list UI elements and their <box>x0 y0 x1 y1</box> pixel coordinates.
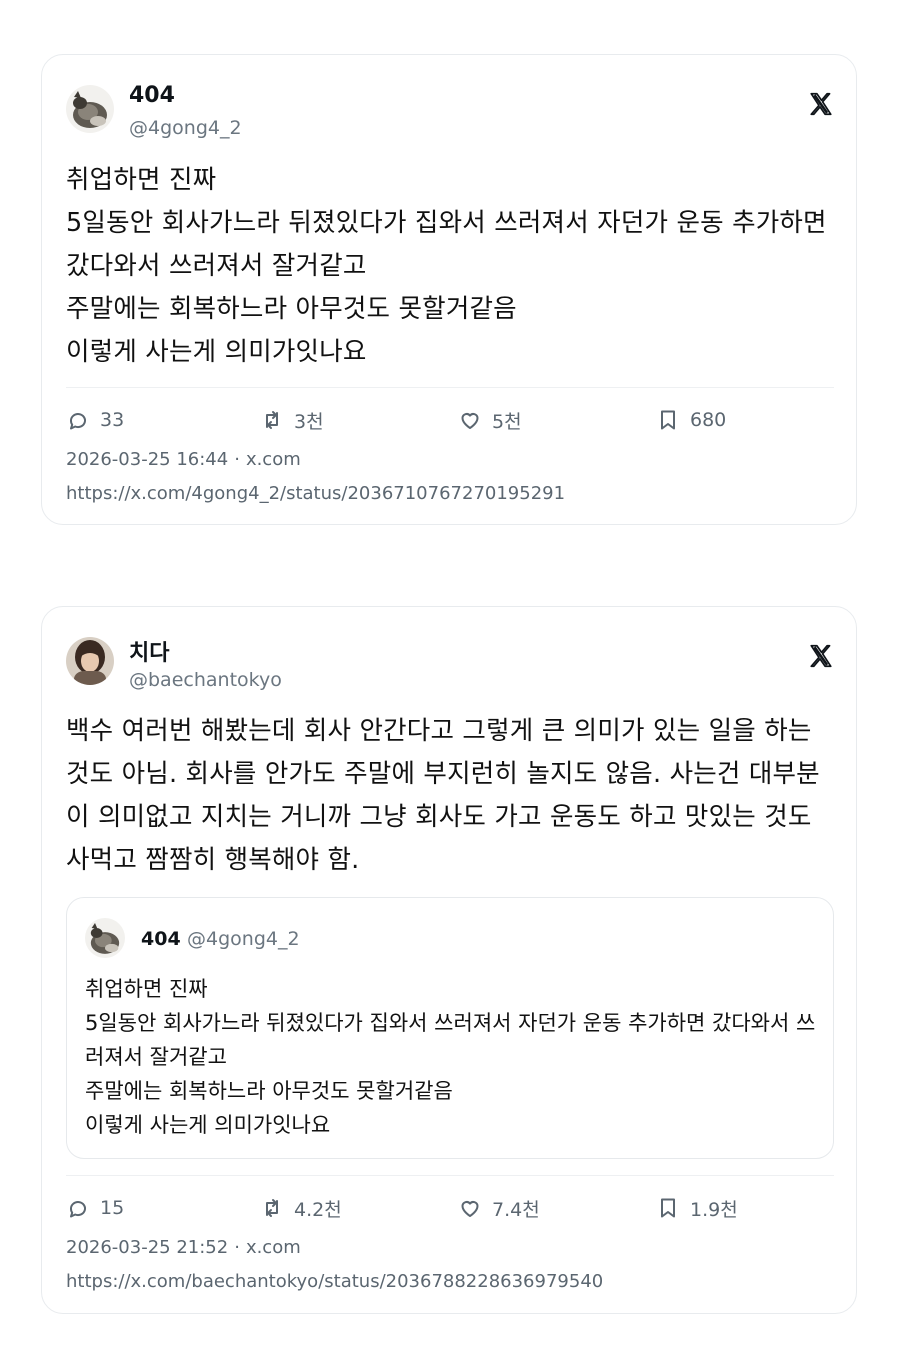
retweet-icon <box>266 411 278 429</box>
quoted-author-handle: @4gong4_2 <box>187 928 300 950</box>
heart-icon <box>461 413 479 429</box>
like-button[interactable]: 7.4천 <box>458 1193 540 1223</box>
cat-avatar-image <box>85 918 125 958</box>
quoted-tweet[interactable]: 404 @4gong4_2 취업하면 진짜 5일동안 회사가느라 뒤졌있다가 집… <box>66 897 834 1159</box>
tweet-card[interactable]: 치다 @baechantokyo 백수 여러번 해봤는데 회사 안간다고 그렇게… <box>41 606 857 1314</box>
tweet-url[interactable]: https://x.com/baechantokyo/status/203678… <box>66 1271 603 1292</box>
like-count: 7.4천 <box>492 1198 540 1221</box>
retweet-icon <box>266 1199 278 1217</box>
tweet-url[interactable]: https://x.com/4gong4_2/status/2036710767… <box>66 483 565 504</box>
reply-button[interactable]: 15 <box>66 1193 124 1223</box>
retweet-button[interactable]: 4.2천 <box>260 1193 342 1223</box>
divider <box>66 1175 834 1176</box>
avatar[interactable] <box>66 637 114 685</box>
avatar[interactable] <box>66 85 114 133</box>
bookmark-icon <box>661 1198 675 1218</box>
bookmark-count: 1.9천 <box>690 1198 738 1221</box>
tweet-text: 백수 여러번 해봤는데 회사 안간다고 그렇게 큰 의미가 있는 일을 하는 것… <box>66 716 820 875</box>
divider <box>66 387 834 388</box>
bookmark-count: 680 <box>690 409 727 431</box>
x-logo-icon[interactable] <box>808 91 834 117</box>
retweet-button[interactable]: 3천 <box>260 405 324 435</box>
reply-count: 33 <box>100 409 125 431</box>
timestamp[interactable]: 2026-03-25 21:52 <box>66 1237 228 1258</box>
tweet-meta: 2026-03-25 21:52 · x.com <box>66 1237 301 1258</box>
retweet-count: 3천 <box>294 410 324 433</box>
profile-avatar-image <box>66 637 114 685</box>
retweet-count: 4.2천 <box>294 1198 342 1221</box>
like-button[interactable]: 5천 <box>458 405 522 435</box>
tweet-meta: 2026-03-25 16:44 · x.com <box>66 449 301 470</box>
engagement-bar: 33 3천 5천 680 <box>66 405 834 435</box>
source: x.com <box>245 449 301 470</box>
source: x.com <box>245 1237 301 1258</box>
engagement-bar: 15 4.2천 7.4천 1.9천 <box>66 1193 834 1223</box>
heart-icon <box>461 1201 479 1217</box>
quoted-avatar <box>85 918 125 958</box>
timestamp[interactable]: 2026-03-25 16:44 <box>66 449 228 470</box>
meta-separator: · <box>234 1237 240 1258</box>
tweet-text: 취업하면 진짜 5일동안 회사가느라 뒤졌있다가 집와서 쓰러져서 자던가 운동… <box>66 165 827 367</box>
bookmark-icon <box>661 410 675 430</box>
reply-icon <box>69 1201 86 1218</box>
reply-icon <box>69 413 86 430</box>
author-name[interactable]: 404 <box>129 83 175 108</box>
bookmark-button[interactable]: 680 <box>656 405 726 435</box>
meta-separator: · <box>234 449 240 470</box>
author-handle[interactable]: @4gong4_2 <box>129 117 242 139</box>
reply-button[interactable]: 33 <box>66 405 124 435</box>
quoted-author-name: 404 <box>141 928 181 950</box>
tweet-card[interactable]: 404 @4gong4_2 취업하면 진짜 5일동안 회사가느라 뒤졌있다가 집… <box>41 54 857 525</box>
bookmark-button[interactable]: 1.9천 <box>656 1193 738 1223</box>
author-name[interactable]: 치다 <box>129 635 169 667</box>
x-logo-icon[interactable] <box>808 643 834 669</box>
like-count: 5천 <box>492 410 522 433</box>
reply-count: 15 <box>100 1197 125 1219</box>
author-handle[interactable]: @baechantokyo <box>129 669 282 691</box>
cat-avatar-image <box>66 85 114 133</box>
quoted-tweet-text: 취업하면 진짜 5일동안 회사가느라 뒤졌있다가 집와서 쓰러져서 자던가 운동… <box>85 977 816 1137</box>
